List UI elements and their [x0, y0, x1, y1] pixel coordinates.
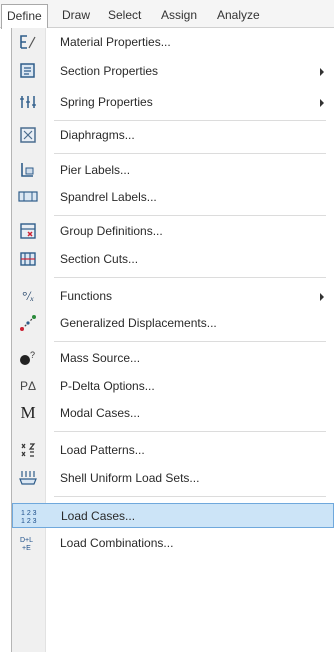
- menu-item-label: Section Properties: [60, 64, 159, 78]
- menu-item-load-cases[interactable]: 1 2 31 2 3 Load Cases...: [12, 503, 334, 528]
- menu-separator: [54, 120, 326, 121]
- shell-uniform-load-sets-icon: [18, 469, 38, 487]
- menu-item-p-delta-options[interactable]: PΔ P-Delta Options...: [12, 374, 334, 399]
- menu-item-load-patterns[interactable]: Load Patterns...: [12, 438, 334, 463]
- menu-tab-analyze[interactable]: Analyze: [212, 4, 265, 26]
- menu-tab-assign[interactable]: Assign: [156, 4, 202, 26]
- svg-text:?: ?: [30, 350, 35, 360]
- menu-separator: [54, 153, 326, 154]
- menu-tab-draw[interactable]: Draw: [57, 4, 95, 26]
- define-dropdown-menu: Material Properties... Section Propertie…: [11, 28, 334, 652]
- menu-separator: [54, 215, 326, 216]
- menu-item-label: Shell Uniform Load Sets...: [60, 471, 200, 485]
- section-properties-icon: [18, 62, 38, 80]
- load-cases-icon: 1 2 31 2 3: [19, 507, 39, 525]
- menu-item-label: Mass Source...: [60, 351, 141, 365]
- menu-item-section-cuts[interactable]: Section Cuts...: [12, 247, 334, 272]
- mass-source-icon: ?: [18, 349, 38, 367]
- menu-item-label: Load Patterns...: [60, 443, 145, 457]
- menu-item-section-properties[interactable]: Section Properties: [12, 59, 334, 84]
- menu-item-label: Group Definitions...: [60, 224, 163, 238]
- menu-item-modal-cases[interactable]: M Modal Cases...: [12, 401, 334, 426]
- menu-item-diaphragms[interactable]: Diaphragms...: [12, 123, 334, 148]
- group-definitions-icon: [18, 222, 38, 240]
- menu-item-label: Functions: [60, 289, 113, 303]
- material-properties-icon: [18, 33, 38, 51]
- menu-item-shell-uniform-load-sets[interactable]: Shell Uniform Load Sets...: [12, 466, 334, 491]
- menu-tab-define[interactable]: Define: [1, 4, 48, 29]
- svg-text:D+L: D+L: [20, 537, 33, 544]
- svg-text:+E: +E: [22, 545, 31, 552]
- svg-text:1 2 3: 1 2 3: [21, 510, 37, 517]
- menu-item-label: P-Delta Options...: [60, 379, 155, 393]
- menu-item-label: Modal Cases...: [60, 406, 141, 420]
- menu-item-label: Spandrel Labels...: [60, 190, 157, 204]
- load-patterns-icon: [18, 441, 38, 459]
- svg-text:1 2 3: 1 2 3: [21, 518, 37, 525]
- menu-item-mass-source[interactable]: ? Mass Source...: [12, 346, 334, 371]
- menu-item-label: Load Cases...: [61, 509, 136, 523]
- diaphragms-icon: [18, 126, 38, 144]
- generalized-displacements-icon: [18, 314, 38, 332]
- menu-item-functions[interactable]: °/ₓ Functions: [12, 284, 334, 309]
- menu-item-label: Generalized Displacements...: [60, 316, 217, 330]
- menu-item-label: Spring Properties: [60, 95, 153, 109]
- menu-item-group-definitions[interactable]: Group Definitions...: [12, 219, 334, 244]
- spring-properties-icon: [18, 93, 38, 111]
- menu-separator: [54, 277, 326, 278]
- p-delta-icon: PΔ: [19, 379, 37, 393]
- menu-item-spandrel-labels[interactable]: Spandrel Labels...: [12, 185, 334, 210]
- spandrel-labels-icon: [18, 188, 38, 206]
- menu-item-material-properties[interactable]: Material Properties...: [12, 30, 334, 55]
- section-cuts-icon: [18, 250, 38, 268]
- submenu-arrow-icon: [320, 68, 324, 76]
- functions-icon: °/ₓ: [21, 288, 35, 303]
- menu-item-label: Pier Labels...: [60, 163, 131, 177]
- submenu-arrow-icon: [320, 293, 324, 301]
- pier-labels-icon: [18, 161, 38, 179]
- menu-item-label: Section Cuts...: [60, 252, 139, 266]
- menu-item-generalized-displacements[interactable]: Generalized Displacements...: [12, 311, 334, 336]
- load-combinations-icon: D+L +E: [18, 534, 38, 552]
- menu-separator: [54, 496, 326, 497]
- menu-item-load-combinations[interactable]: D+L +E Load Combinations...: [12, 531, 334, 556]
- menu-separator: [54, 341, 326, 342]
- icon-gutter: [12, 28, 46, 652]
- menu-separator: [54, 431, 326, 432]
- menu-item-label: Diaphragms...: [60, 128, 135, 142]
- menu-item-pier-labels[interactable]: Pier Labels...: [12, 158, 334, 183]
- menu-item-label: Load Combinations...: [60, 536, 174, 550]
- menu-tab-select[interactable]: Select: [103, 4, 146, 26]
- menu-item-spring-properties[interactable]: Spring Properties: [12, 90, 334, 115]
- menu-item-label: Material Properties...: [60, 35, 171, 49]
- submenu-arrow-icon: [320, 99, 324, 107]
- modal-cases-icon: M: [20, 403, 36, 422]
- menu-bar: Define Draw Select Assign Analyze: [0, 0, 334, 29]
